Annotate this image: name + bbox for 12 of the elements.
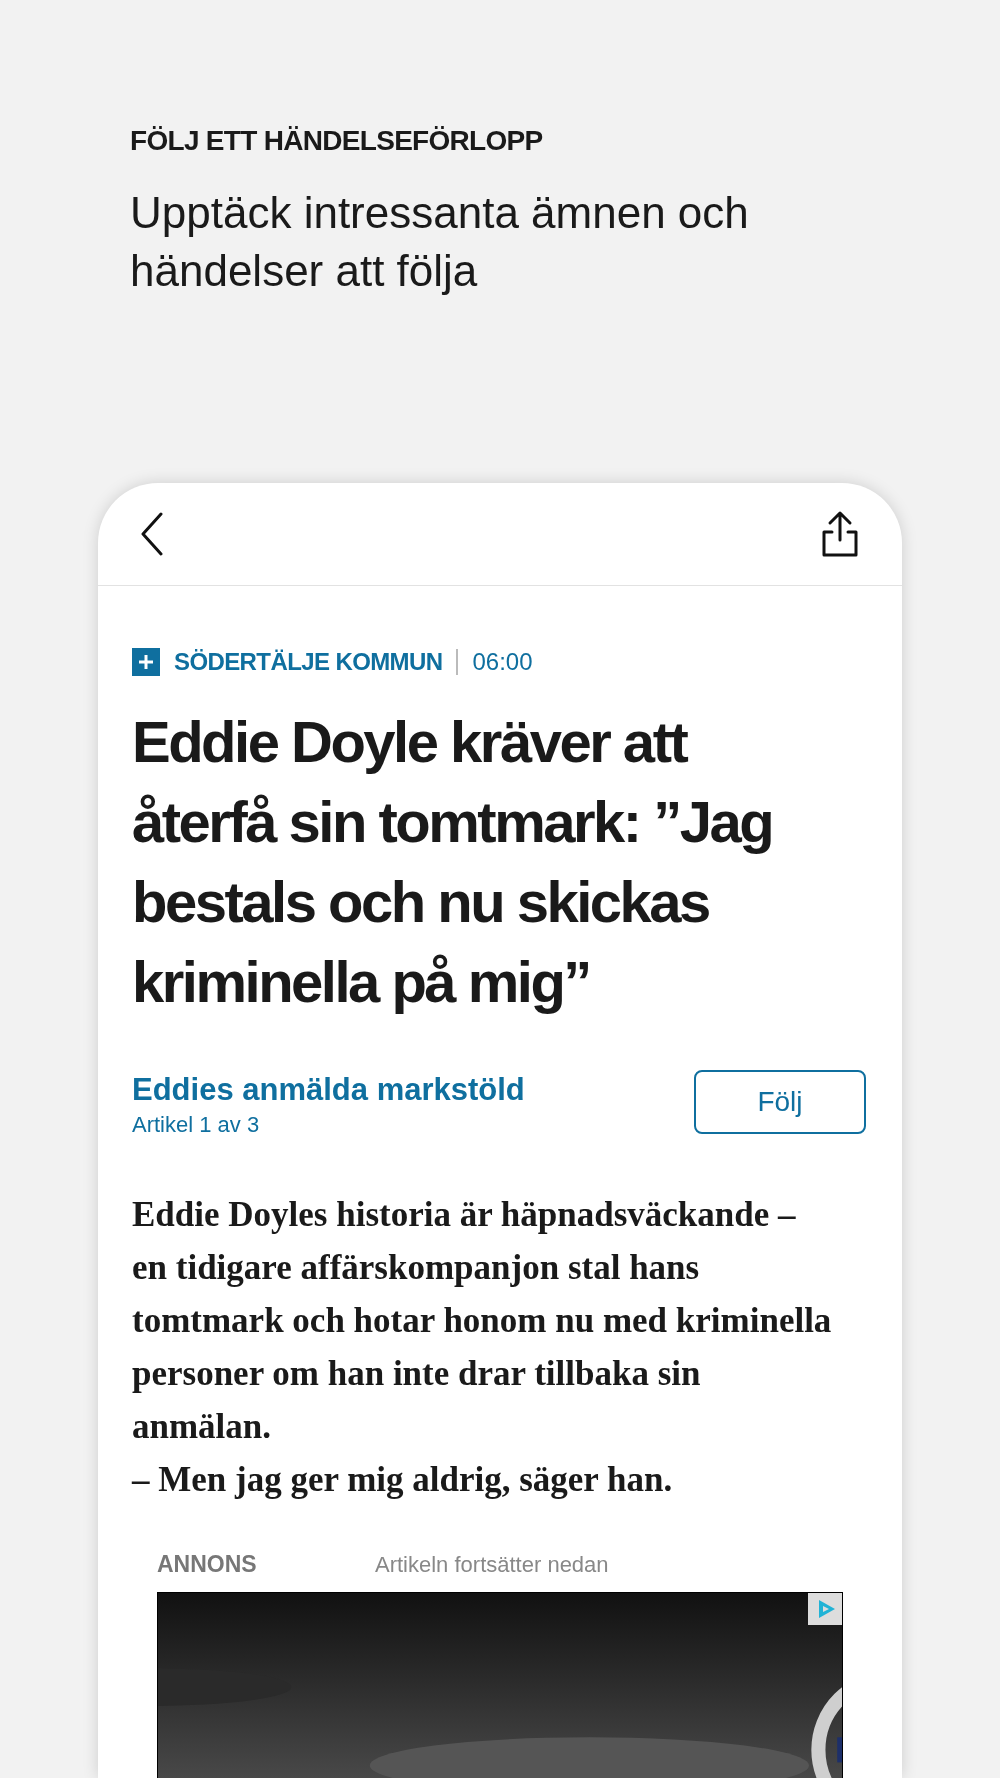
ad-note: Artikeln fortsätter nedan xyxy=(375,1550,609,1579)
headline: Eddie Doyle kräver att återfå sin tomtmark: ”Jag bestals och nu skickas kriminella på mig” xyxy=(132,708,774,1016)
section-label: FÖLJ ETT HÄNDELSEFÖRLOPP xyxy=(130,124,544,158)
plus-icon xyxy=(132,648,160,676)
follow-button[interactable]: Följ xyxy=(694,1070,866,1134)
ad-label: ANNONS xyxy=(157,1549,258,1579)
section-title: Upptäck intressanta ämnen och händelser att följa xyxy=(130,187,750,297)
category-label: SÖDERTÄLJE KOMMUN xyxy=(174,647,443,677)
story-position: Artikel 1 av 3 xyxy=(132,1111,261,1139)
lead-paragraph: Eddie Doyles historia är häpnadsväckande – en tidigare affärskompanjon stal hans tomtmark och hotar honom nu med kriminella personer om han inte drar tillbaka sin anmälan. – Men jag ger mig aldrig, säger han. xyxy=(132,1194,832,1501)
time-label: 06:00 xyxy=(472,647,533,677)
story-title[interactable]: Eddies anmälda markstöld xyxy=(132,1070,525,1110)
